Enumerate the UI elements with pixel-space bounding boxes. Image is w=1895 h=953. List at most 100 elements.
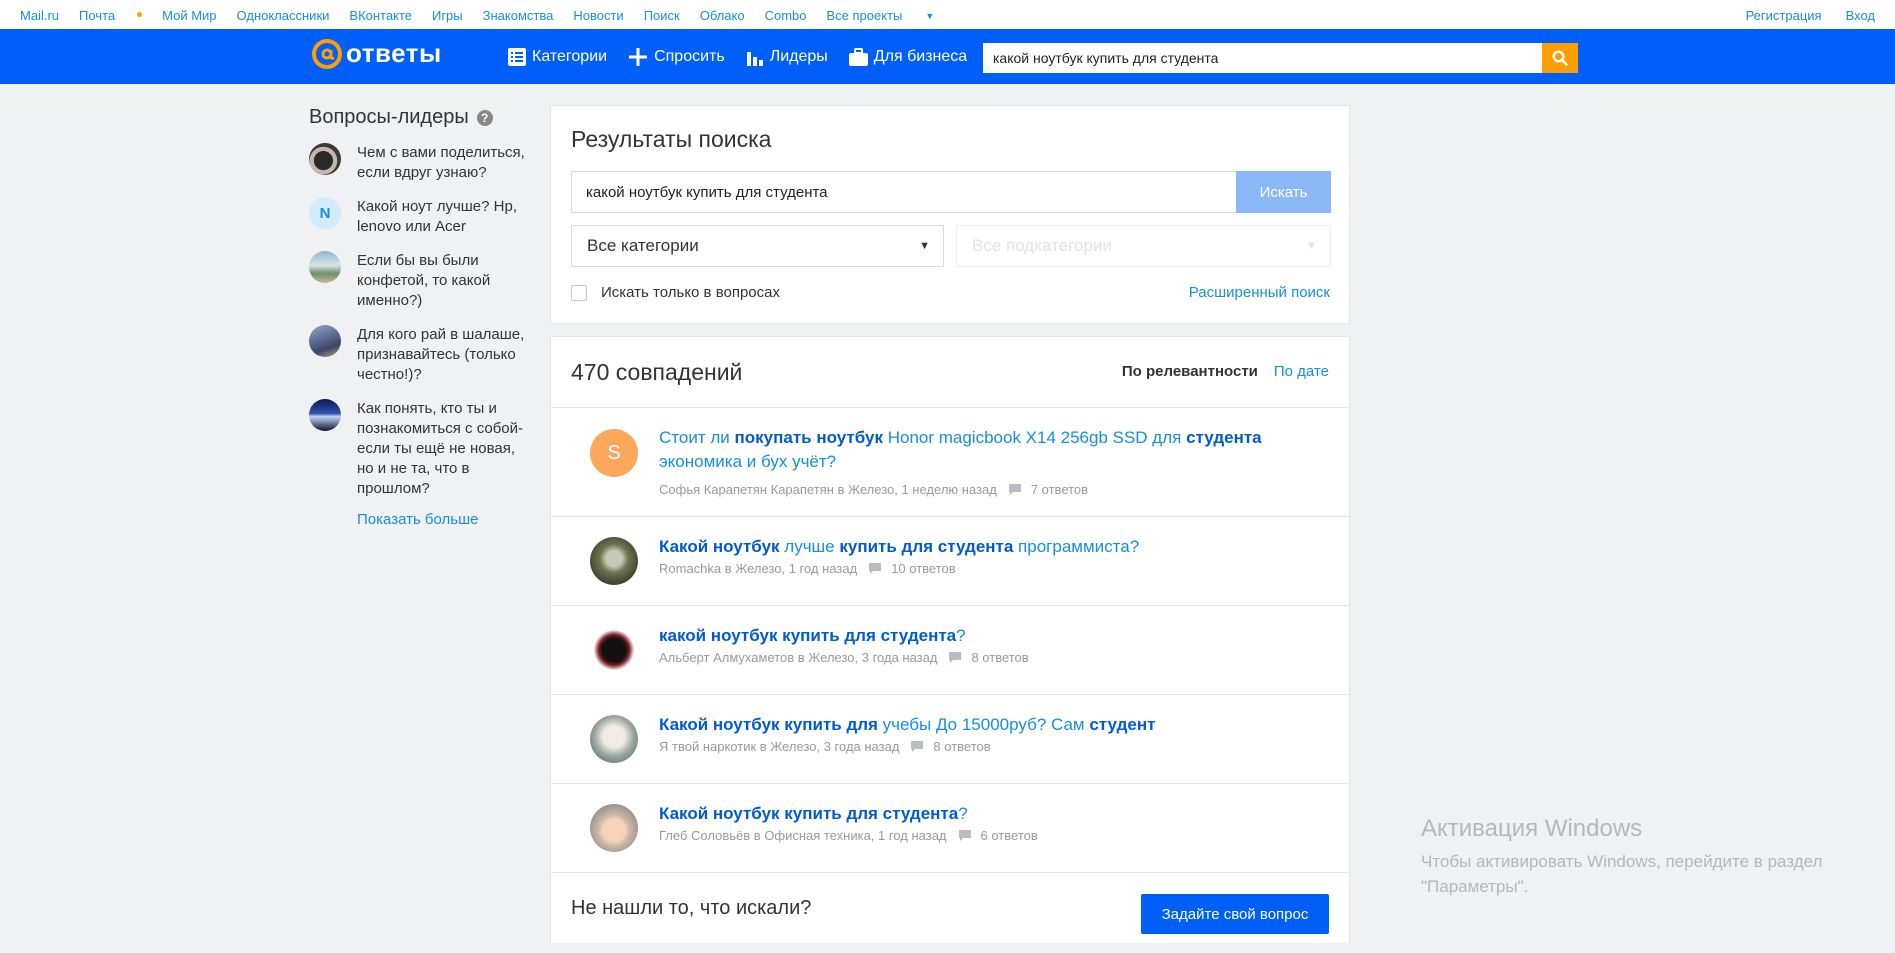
category-select[interactable]: Все категории ▼	[571, 225, 944, 267]
highlighted-term: покупать ноутбук	[734, 428, 883, 447]
search-panel: Результаты поиска Искать Все категории ▼…	[550, 105, 1350, 324]
highlighted-term: студент	[1089, 715, 1156, 734]
avatar	[309, 251, 341, 283]
leader-question[interactable]: Если бы вы были конфетой, то какой именн…	[309, 251, 529, 311]
list-icon	[508, 48, 526, 66]
only-questions-checkbox[interactable]: Искать только в вопросах	[571, 284, 780, 301]
result-row: Какой ноутбук купить для учебы До 15000р…	[551, 695, 1349, 784]
avatar	[590, 537, 638, 585]
sort-date[interactable]: По дате	[1274, 363, 1329, 380]
portal-link-games[interactable]: Игры	[432, 8, 463, 23]
site-logo[interactable]: ответы	[312, 38, 442, 69]
title-part: экономика и бух учёт?	[659, 452, 837, 471]
dropdown-arrow-icon: ▼	[919, 240, 930, 252]
leader-question-text: Если бы вы были конфетой, то какой именн…	[357, 252, 491, 309]
leader-question[interactable]: N Какой ноут лучше? Hp, lenovo или Acer	[309, 197, 529, 237]
result-meta: Romachka в Железо, 1 год назад 10 ответов	[659, 561, 956, 576]
subcategory-select: Все подкатегории ▼	[956, 225, 1331, 267]
unread-dot-icon	[137, 12, 143, 17]
leader-question-text: Какой ноут лучше? Hp, lenovo или Acer	[357, 198, 517, 235]
portal-link-news[interactable]: Новости	[573, 8, 623, 23]
login-link[interactable]: Вход	[1846, 8, 1875, 23]
title-part: ?	[956, 626, 966, 645]
watermark-line: Чтобы активировать Windows, перейдите в …	[1421, 849, 1822, 899]
leader-question-text: Для кого рай в шалаше, признавайтесь (то…	[357, 326, 525, 383]
nav-ask-label: Спросить	[654, 48, 725, 65]
comment-icon	[958, 830, 971, 841]
result-title[interactable]: Стоит ли покупать ноутбук Honor magicboo…	[659, 426, 1289, 474]
result-title[interactable]: Какой ноутбук купить для учебы До 15000р…	[659, 713, 1289, 737]
leader-question[interactable]: Чем с вами поделиться, если вдруг узнаю?	[309, 143, 529, 183]
logo-wordmark: ответы	[346, 38, 442, 68]
portal-link-mail-label: Почта	[79, 8, 116, 23]
checkbox-box[interactable]	[571, 284, 587, 301]
comment-icon	[911, 741, 924, 752]
bar-chart-icon	[746, 52, 763, 66]
header-search-button[interactable]	[1542, 43, 1578, 73]
results-list: S Стоит ли покупать ноутбук Honor magicb…	[551, 408, 1349, 873]
windows-activation-watermark: Активация Windows Чтобы активировать Win…	[1421, 815, 1822, 899]
register-link[interactable]: Регистрация	[1746, 8, 1822, 23]
comment-icon	[1008, 484, 1021, 495]
answers-count: 10 ответов	[869, 561, 956, 576]
result-title[interactable]: Какой ноутбук купить для студента?	[659, 802, 1289, 826]
search-button[interactable]: Искать	[1236, 171, 1331, 213]
nav-categories[interactable]: Категории	[508, 47, 607, 67]
advanced-search-link[interactable]: Расширенный поиск	[1189, 284, 1330, 301]
result-row: Какой ноутбук купить для студента? Глеб …	[551, 784, 1349, 873]
avatar	[590, 626, 638, 674]
result-meta: Альберт Алмухаметов в Железо, 3 года наз…	[659, 650, 1029, 665]
leader-question[interactable]: Для кого рай в шалаше, признавайтесь (то…	[309, 325, 529, 385]
avatar-letter: N	[319, 204, 331, 222]
result-title[interactable]: какой ноутбук купить для студента?	[659, 624, 1289, 648]
title-part: Стоит ли	[659, 428, 735, 447]
answers-count: 8 ответов	[949, 650, 1029, 665]
search-input[interactable]	[572, 172, 1238, 212]
site-header: ответы Категории Спросить Лидеры Для биз…	[0, 29, 1895, 84]
portal-link-combo[interactable]: Combo	[765, 8, 807, 23]
nav-business[interactable]: Для бизнеса	[848, 47, 967, 67]
highlighted-term: Какой ноутбук купить для	[659, 715, 878, 734]
avatar	[309, 399, 341, 431]
result-meta: Я твой наркотик в Железо, 3 года назад 8 …	[659, 739, 991, 754]
avatar	[590, 715, 638, 763]
subcategory-select-value: Все подкатегории	[972, 236, 1112, 255]
briefcase-icon	[848, 48, 868, 66]
portal-link-mail[interactable]: Почта	[79, 8, 143, 23]
avatar: S	[590, 429, 638, 477]
avatar: N	[309, 197, 341, 229]
portal-link-cloud[interactable]: Облако	[700, 8, 745, 23]
sidebar-title: Вопросы-лидеры?	[309, 106, 529, 129]
search-field	[571, 171, 1239, 213]
sort-relevance[interactable]: По релевантности	[1122, 363, 1258, 380]
answers-count-text: 8 ответов	[933, 739, 991, 754]
result-title[interactable]: Какой ноутбук лучше купить для студента …	[659, 535, 1289, 559]
result-author-info: Софья Карапетян Карапетян в Железо, 1 не…	[659, 482, 997, 497]
answers-count: 8 ответов	[911, 739, 991, 754]
portal-link-all-projects[interactable]: Все проекты ▼	[827, 8, 955, 23]
portal-links: Mail.ru Почта Мой Мир Одноклассники ВКон…	[20, 8, 974, 23]
show-more-link[interactable]: Показать больше	[357, 511, 529, 528]
watermark-title: Активация Windows	[1421, 815, 1643, 842]
help-icon[interactable]: ?	[476, 109, 493, 126]
all-projects-label: Все проекты	[826, 8, 903, 23]
leader-question-text: Как понять, кто ты и познакомиться с соб…	[357, 400, 524, 497]
portal-link-dating[interactable]: Знакомства	[483, 8, 554, 23]
nav-ask[interactable]: Спросить	[628, 47, 725, 67]
leader-question[interactable]: Как понять, кто ты и познакомиться с соб…	[309, 399, 529, 499]
result-author-info: Я твой наркотик в Железо, 3 года назад	[659, 739, 900, 754]
ask-question-button[interactable]: Задайте свой вопрос	[1141, 894, 1329, 934]
title-part: программиста?	[1013, 537, 1140, 556]
result-row: S Стоит ли покупать ноутбук Honor magicb…	[551, 408, 1349, 517]
leader-question-text: Чем с вами поделиться, если вдруг узнаю?	[357, 144, 525, 181]
nav-leaders[interactable]: Лидеры	[746, 47, 828, 67]
header-search-input[interactable]	[983, 43, 1542, 73]
at-logo-icon	[312, 38, 342, 69]
portal-link-vk[interactable]: ВКонтакте	[349, 8, 412, 23]
portal-link-mailru[interactable]: Mail.ru	[20, 8, 59, 23]
portal-link-ok[interactable]: Одноклассники	[237, 8, 330, 23]
portal-link-my-world[interactable]: Мой Мир	[162, 8, 216, 23]
results-panel: 470 совпадений По релевантности По дате …	[550, 336, 1350, 943]
portal-link-search[interactable]: Поиск	[644, 8, 680, 23]
nav-categories-label: Категории	[532, 48, 608, 65]
